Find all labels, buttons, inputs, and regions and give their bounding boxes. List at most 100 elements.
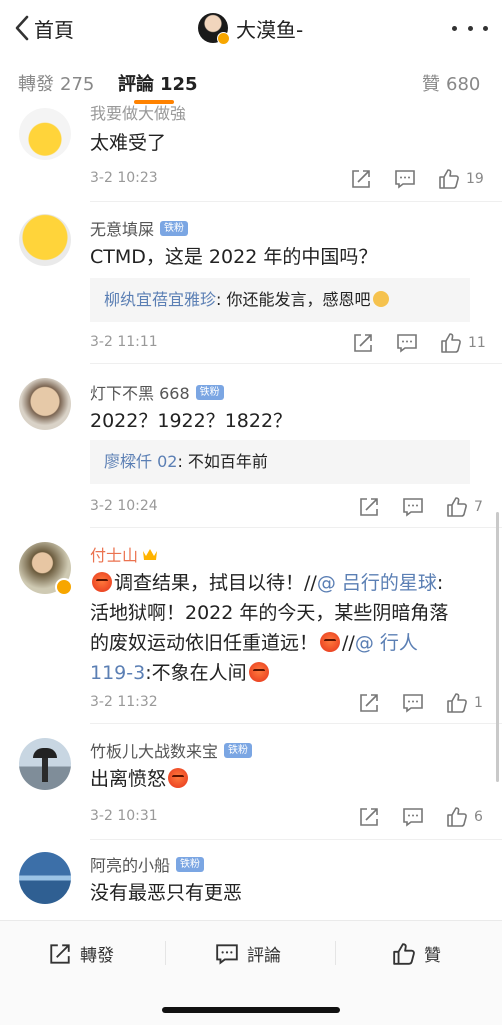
username-text: 灯下不黑 668: [90, 384, 190, 403]
angry-emoji-icon: [320, 632, 341, 652]
comment-username[interactable]: 付士山: [90, 542, 158, 566]
like-button[interactable]: 7: [446, 496, 483, 518]
like-count: 7: [474, 499, 483, 515]
author-name: 大漠鱼-: [236, 17, 304, 42]
username-text: 无意填屎: [90, 220, 155, 239]
comment-username[interactable]: 竹板儿大战数来宝 铁粉: [90, 738, 253, 762]
share-icon: [352, 170, 370, 188]
tab-likes-count: 680: [446, 74, 481, 95]
reply-button[interactable]: [402, 806, 424, 828]
reply-username[interactable]: 柳纨宜蓓宜雅珍: [104, 290, 216, 309]
angry-emoji-icon: [248, 662, 269, 682]
comment-item: 灯下不黑 668 铁粉 2022？1922？1822？ 廖樑仟 02: 不如百年…: [0, 364, 502, 528]
like-button[interactable]: 11: [440, 332, 486, 354]
mention-link[interactable]: @ 吕行的星球: [317, 572, 437, 594]
share-button[interactable]: [358, 692, 380, 714]
post-author[interactable]: 大漠鱼-: [198, 10, 303, 46]
reply-preview[interactable]: 廖樑仟 02: 不如百年前: [90, 440, 470, 484]
thumbs-up-icon: [447, 497, 467, 517]
share-button[interactable]: [358, 496, 380, 518]
comment-text: CTMD，这是 2022 年的中国吗？: [90, 246, 378, 268]
avatar[interactable]: [19, 108, 71, 160]
comment-icon: [403, 808, 423, 827]
comment-username[interactable]: 灯下不黑 668 铁粉: [90, 380, 224, 404]
avatar[interactable]: [19, 542, 73, 596]
tab-comments-label: 評論: [118, 74, 154, 95]
chevron-left-icon: [15, 15, 29, 41]
share-icon: [354, 334, 372, 352]
scrollbar[interactable]: [496, 512, 499, 782]
comment-line-4: 119-3:不象在人间: [90, 658, 470, 688]
username-text: 付士山: [90, 546, 139, 565]
top-nav-bar: 首頁 大漠鱼-: [0, 0, 502, 56]
thumbs-up-icon: [393, 942, 415, 965]
tab-bar: 轉發 275 評論 125 贊 680: [0, 56, 502, 109]
fan-badge: 铁粉: [176, 856, 205, 872]
like-button[interactable]: 19: [438, 168, 484, 190]
angry-emoji-icon: [92, 572, 112, 592]
back-button[interactable]: 首頁: [12, 12, 74, 44]
comment-item: 我要做大做強 太难受了 3-2 10:23 19: [0, 104, 502, 202]
comment-username[interactable]: 阿亮的小船 铁粉: [90, 852, 205, 876]
like-label: 贊: [424, 946, 441, 966]
comment-time: 3-2 11:11: [90, 334, 158, 350]
comment-text: 出离愤怒: [90, 764, 470, 794]
thumbs-up-icon: [447, 693, 467, 713]
text-segment: 出离愤怒: [90, 768, 167, 790]
reply-button[interactable]: [396, 332, 418, 354]
tab-likes[interactable]: 贊 680: [422, 70, 480, 96]
comment-line-1: 调查结果，拭目以待！//@ 吕行的星球:: [90, 568, 470, 598]
repost-button[interactable]: 轉發: [48, 941, 114, 966]
comment-time: 3-2 11:32: [90, 694, 158, 710]
tab-repost[interactable]: 轉發 275: [18, 70, 94, 96]
comment-username[interactable]: 我要做大做強: [90, 100, 186, 124]
comment-time: 3-2 10:24: [90, 498, 158, 514]
mention-link[interactable]: 119-3: [90, 662, 145, 684]
like-count: 1: [474, 695, 483, 711]
comment-icon: [403, 498, 423, 517]
more-dots-icon[interactable]: [452, 14, 488, 42]
comment-button[interactable]: 評論: [215, 941, 281, 966]
comment-label: 評論: [247, 946, 281, 966]
comment-text: 2022？1922？1822？: [90, 410, 293, 432]
avatar[interactable]: [19, 214, 71, 266]
comment-item: 阿亮的小船 铁粉 没有最恶只有更恶: [0, 840, 502, 920]
thumbs-up-icon: [447, 807, 467, 827]
share-button[interactable]: [350, 168, 372, 190]
mention-link[interactable]: @ 行人: [355, 632, 418, 654]
share-button[interactable]: [352, 332, 374, 354]
fan-badge: 铁粉: [224, 742, 253, 758]
comment-text: 太难受了: [90, 132, 167, 154]
reply-text: : 不如百年前: [177, 452, 268, 471]
tab-comments[interactable]: 評論 125: [118, 70, 198, 104]
username-text: 阿亮的小船: [90, 856, 171, 875]
umbrella-shape: [33, 748, 57, 758]
home-indicator[interactable]: [162, 1007, 340, 1013]
avatar[interactable]: [19, 378, 71, 430]
comment-username[interactable]: 无意填屎 铁粉: [90, 216, 189, 240]
comment-icon: [403, 694, 423, 713]
like-post-button[interactable]: 贊: [392, 941, 441, 966]
verified-badge-icon: [217, 32, 230, 45]
reply-button[interactable]: [402, 496, 424, 518]
tab-repost-label: 轉發: [18, 74, 54, 95]
reply-button[interactable]: [394, 168, 416, 190]
thumbs-up-icon: [439, 169, 459, 189]
text-segment: :不象在人间: [145, 662, 247, 684]
tab-repost-count: 275: [60, 74, 95, 95]
reply-username[interactable]: 廖樑仟 02: [104, 452, 177, 471]
avatar[interactable]: [19, 852, 71, 904]
avatar[interactable]: [19, 738, 71, 790]
like-button[interactable]: 6: [446, 806, 483, 828]
reply-button[interactable]: [402, 692, 424, 714]
share-button[interactable]: [358, 806, 380, 828]
comment-item: 付士山 调查结果，拭目以待！//@ 吕行的星球: 活地狱啊！2022 年的今天，…: [0, 528, 502, 724]
like-count: 19: [466, 171, 484, 187]
reply-preview[interactable]: 柳纨宜蓓宜雅珍: 你还能发言，感恩吧: [90, 278, 470, 322]
thumbs-up-icon: [441, 333, 461, 353]
divider: [335, 941, 336, 965]
like-count: 11: [468, 335, 486, 351]
repost-label: 轉發: [80, 946, 114, 966]
like-button[interactable]: 1: [446, 692, 483, 714]
share-icon: [50, 943, 70, 964]
